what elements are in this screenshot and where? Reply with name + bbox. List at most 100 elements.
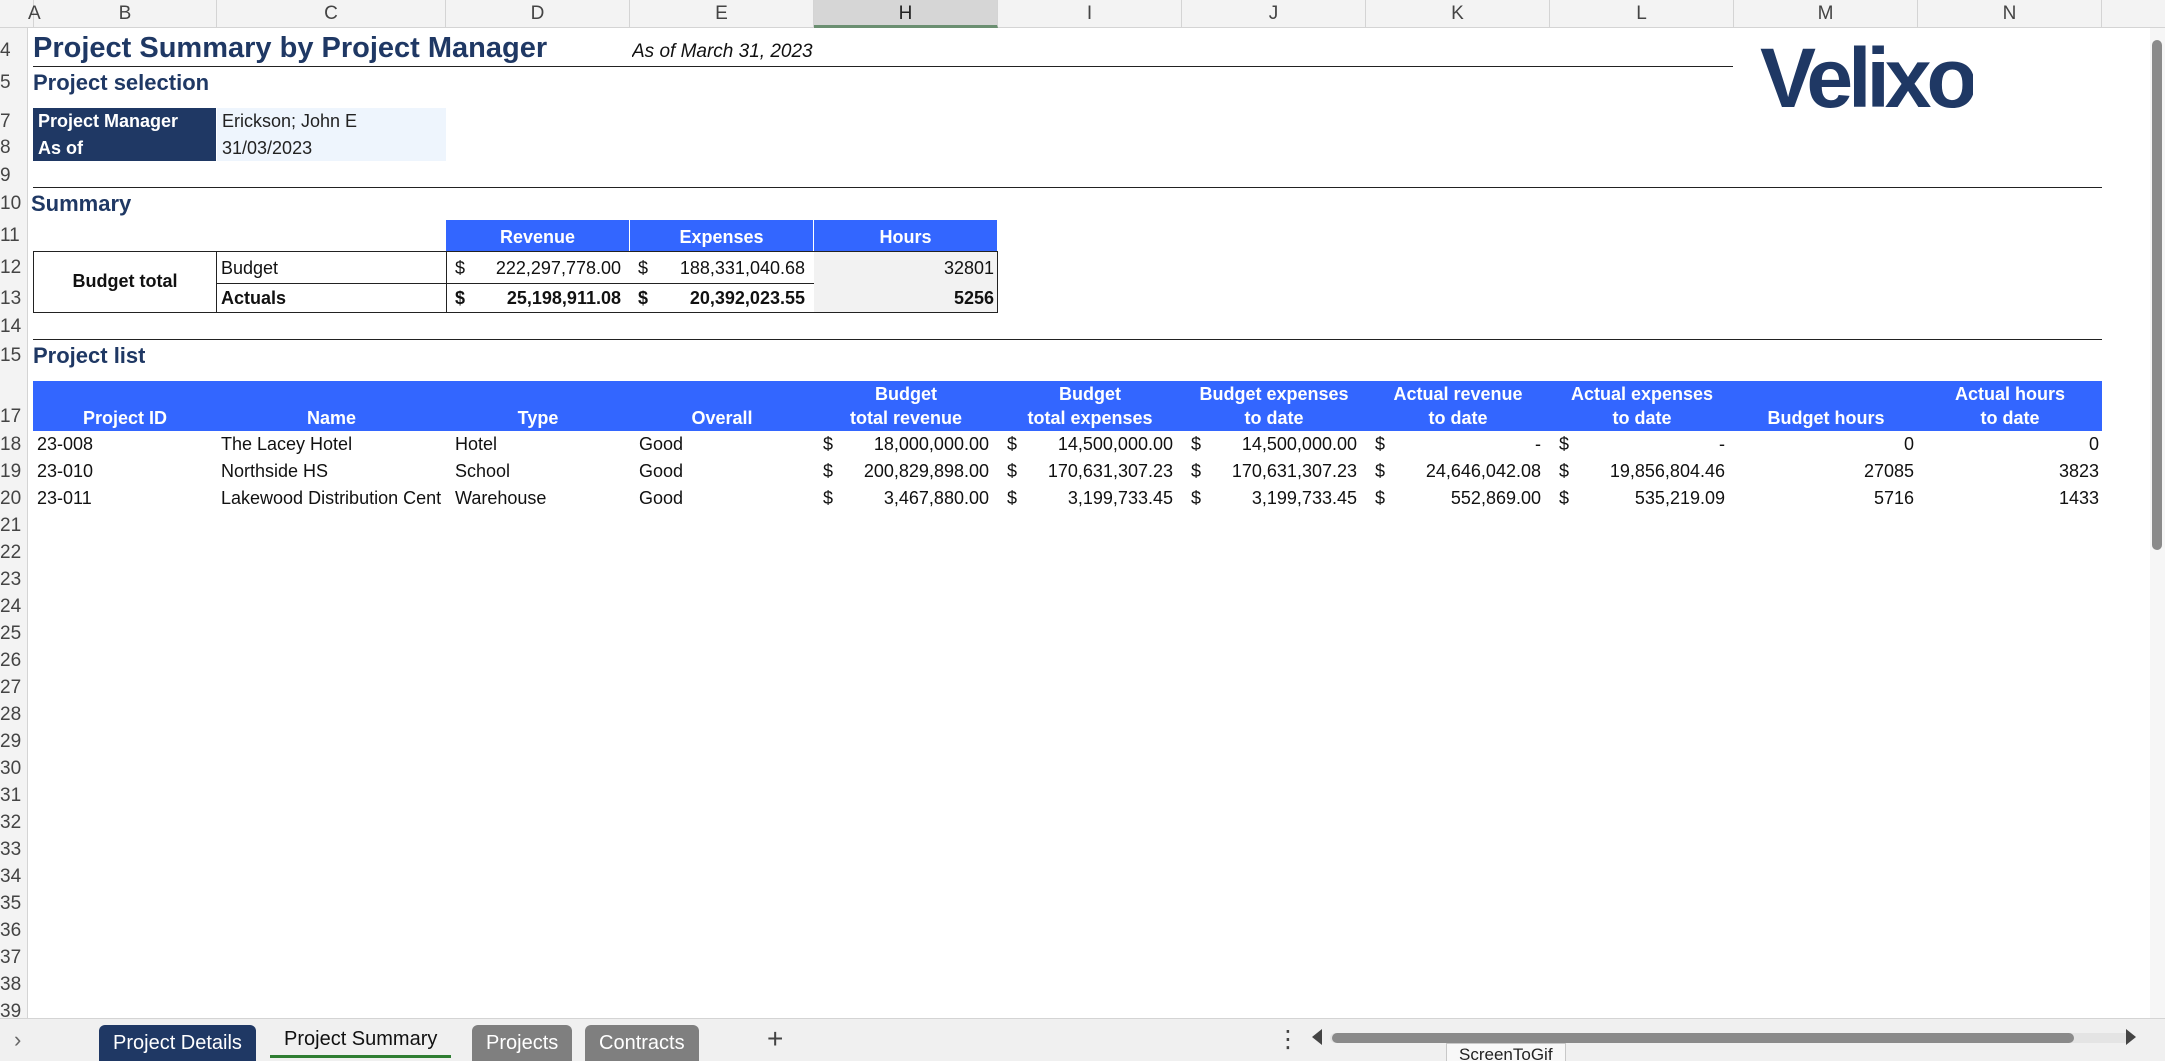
actual-expenses-to-date-cell[interactable]: 19,856,804.46 (1576, 458, 1725, 485)
project-name-cell[interactable]: Lakewood Distribution Cent (221, 485, 446, 512)
row-header[interactable]: 14 (0, 316, 28, 338)
project-id-cell[interactable]: 23-011 (37, 485, 215, 512)
project-type-cell[interactable]: Hotel (455, 431, 630, 458)
tab-project-summary[interactable]: Project Summary (270, 1021, 452, 1058)
project-id-cell[interactable]: 23-008 (37, 431, 215, 458)
column-header-j[interactable]: J (1182, 0, 1366, 28)
budget-expenses-value[interactable]: 188,331,040.68 (655, 255, 805, 282)
actual-expenses-to-date-cell[interactable]: - (1576, 431, 1725, 458)
row-header[interactable]: 26 (0, 650, 28, 672)
column-header-i[interactable]: I (998, 0, 1182, 28)
row-header[interactable]: 30 (0, 758, 28, 780)
actual-expenses-value[interactable]: 20,392,023.55 (655, 285, 805, 312)
row-header[interactable]: 13 (0, 288, 28, 310)
project-manager-value[interactable]: Erickson; John E (217, 108, 446, 135)
row-header[interactable]: 22 (0, 542, 28, 564)
budget-hours-value[interactable]: 32801 (820, 255, 994, 282)
row-header[interactable]: 19 (0, 461, 28, 483)
actual-hours-to-date-cell[interactable]: 0 (1922, 431, 2099, 458)
horizontal-scroll-thumb[interactable] (1332, 1033, 2074, 1043)
row-header[interactable]: 5 (0, 72, 28, 94)
column-header-c[interactable]: C (217, 0, 446, 28)
row-header[interactable]: 8 (0, 137, 28, 159)
row-header[interactable]: 21 (0, 515, 28, 537)
scroll-left-icon[interactable] (1312, 1029, 1322, 1045)
row-header[interactable]: 34 (0, 866, 28, 888)
row-header[interactable]: 24 (0, 596, 28, 618)
budget-hours-cell[interactable]: 5716 (1738, 485, 1914, 512)
row-header[interactable]: 31 (0, 785, 28, 807)
row-header[interactable]: 12 (0, 257, 28, 279)
budget-total-revenue-cell[interactable]: 200,829,898.00 (840, 458, 989, 485)
row-header[interactable]: 27 (0, 677, 28, 699)
row-header[interactable]: 33 (0, 839, 28, 861)
budget-expenses-to-date-cell[interactable]: 170,631,307.23 (1208, 458, 1357, 485)
vertical-scroll-thumb[interactable] (2152, 40, 2162, 550)
actual-expenses-to-date-cell[interactable]: 535,219.09 (1576, 485, 1725, 512)
row-header[interactable]: 32 (0, 812, 28, 834)
budget-total-revenue-cell[interactable]: 3,467,880.00 (840, 485, 989, 512)
row-header[interactable]: 29 (0, 731, 28, 753)
actual-hours-to-date-cell[interactable]: 3823 (1922, 458, 2099, 485)
column-header-m[interactable]: M (1734, 0, 1918, 28)
column-header-b[interactable]: B (34, 0, 217, 28)
column-header-h[interactable]: H (814, 0, 998, 28)
column-header-l[interactable]: L (1550, 0, 1734, 28)
project-name-cell[interactable]: The Lacey Hotel (221, 431, 446, 458)
row-header[interactable]: 17 (0, 406, 28, 428)
budget-hours-cell[interactable]: 27085 (1738, 458, 1914, 485)
budget-revenue-value[interactable]: 222,297,778.00 (470, 255, 621, 282)
tab-contracts[interactable]: Contracts (585, 1025, 699, 1061)
project-overall-cell[interactable]: Good (639, 431, 814, 458)
row-header[interactable]: 4 (0, 40, 28, 62)
budget-expenses-to-date-cell[interactable]: 3,199,733.45 (1208, 485, 1357, 512)
summary-divider (33, 187, 2102, 188)
budget-total-revenue-cell[interactable]: 18,000,000.00 (840, 431, 989, 458)
actual-revenue-value[interactable]: 25,198,911.08 (470, 285, 621, 312)
row-header[interactable]: 7 (0, 111, 28, 133)
column-header-d[interactable]: D (446, 0, 630, 28)
actual-hours-value[interactable]: 5256 (820, 285, 994, 312)
row-header[interactable]: 36 (0, 920, 28, 942)
more-options-icon[interactable]: ⋮ (1276, 1025, 1300, 1054)
budget-total-expenses-cell[interactable]: 170,631,307.23 (1024, 458, 1173, 485)
tab-project-details[interactable]: Project Details (99, 1025, 256, 1061)
row-header[interactable]: 38 (0, 974, 28, 996)
budget-total-expenses-cell[interactable]: 14,500,000.00 (1024, 431, 1173, 458)
row-header[interactable]: 28 (0, 704, 28, 726)
actual-revenue-to-date-cell[interactable]: 552,869.00 (1392, 485, 1541, 512)
column-header-k[interactable]: K (1366, 0, 1550, 28)
currency-symbol: $ (1375, 488, 1386, 508)
row-header[interactable]: 23 (0, 569, 28, 591)
row-header[interactable]: 37 (0, 947, 28, 969)
tab-projects[interactable]: Projects (472, 1025, 573, 1061)
project-type-cell[interactable]: Warehouse (455, 485, 630, 512)
project-overall-cell[interactable]: Good (639, 458, 814, 485)
row-header[interactable]: 10 (0, 193, 28, 215)
row-header[interactable]: 11 (0, 225, 28, 247)
project-type-cell[interactable]: School (455, 458, 630, 485)
row-header[interactable]: 15 (0, 345, 28, 367)
summary-row-label: Actuals (221, 288, 287, 308)
budget-hours-cell[interactable]: 0 (1738, 431, 1914, 458)
row-header[interactable]: 25 (0, 623, 28, 645)
actual-revenue-to-date-cell[interactable]: - (1392, 431, 1541, 458)
project-name-cell[interactable]: Northside HS (221, 458, 446, 485)
scroll-right-icon[interactable] (2126, 1029, 2136, 1045)
project-id-cell[interactable]: 23-010 (37, 458, 215, 485)
row-header[interactable]: 18 (0, 434, 28, 456)
budget-expenses-to-date-cell[interactable]: 14,500,000.00 (1208, 431, 1357, 458)
budget-total-expenses-cell[interactable]: 3,199,733.45 (1024, 485, 1173, 512)
column-header-e[interactable]: E (630, 0, 814, 28)
column-header-n[interactable]: N (1918, 0, 2102, 28)
scroll-tabs-right-icon[interactable]: › (14, 1027, 21, 1053)
actual-hours-to-date-cell[interactable]: 1433 (1922, 485, 2099, 512)
col-type: Type (446, 381, 630, 431)
row-header[interactable]: 20 (0, 488, 28, 510)
project-overall-cell[interactable]: Good (639, 485, 814, 512)
actual-revenue-to-date-cell[interactable]: 24,646,042.08 (1392, 458, 1541, 485)
row-header[interactable]: 9 (0, 165, 28, 187)
add-sheet-button[interactable]: + (767, 1023, 783, 1055)
row-header[interactable]: 35 (0, 893, 28, 915)
as-of-value[interactable]: 31/03/2023 (217, 135, 446, 161)
